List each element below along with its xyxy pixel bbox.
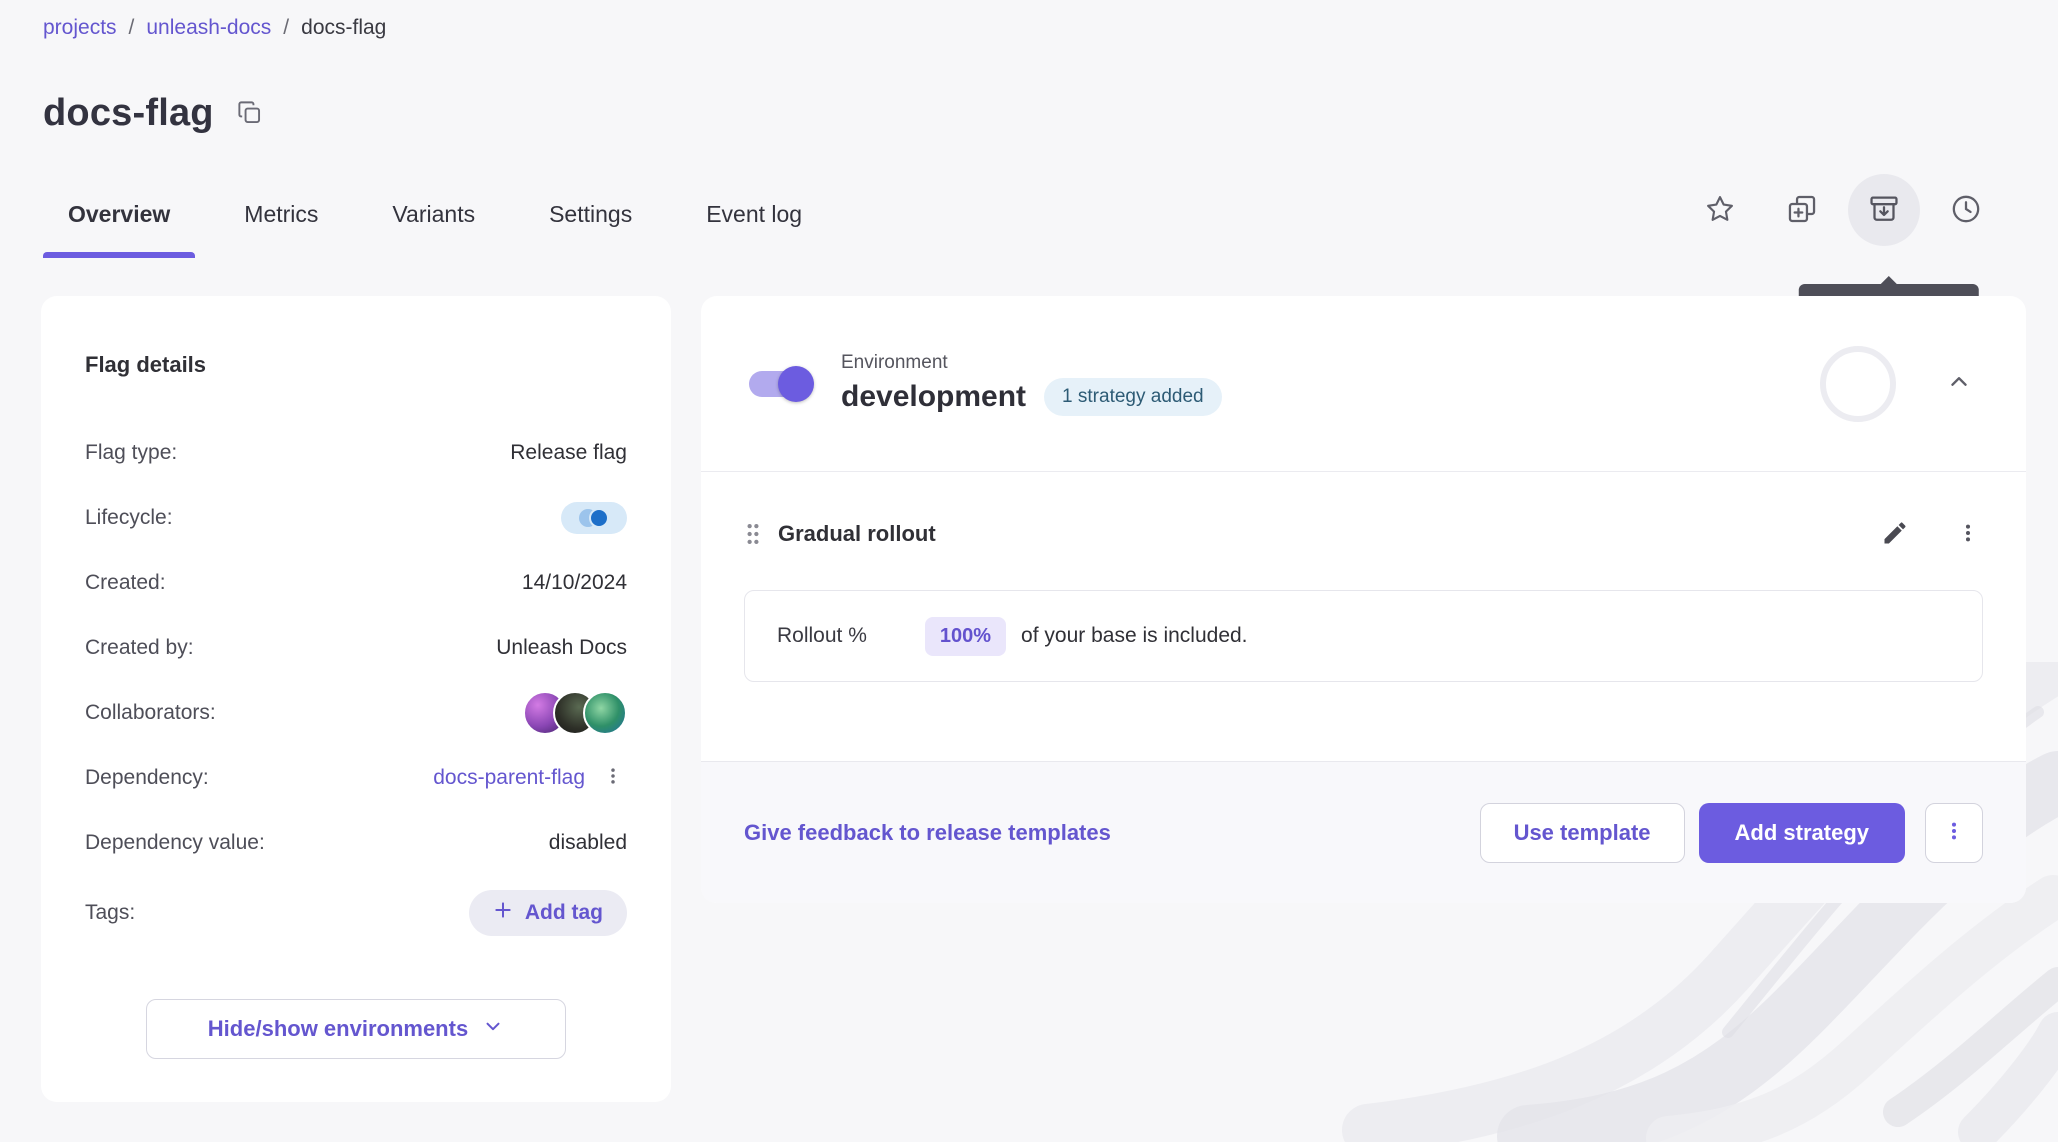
edit-strategy-button[interactable] (1877, 515, 1913, 554)
created-value: 14/10/2024 (522, 571, 627, 595)
strategy-count-badge: 1 strategy added (1044, 378, 1222, 416)
environment-label: Environment (841, 352, 1222, 374)
archive-flag-button[interactable] (1848, 174, 1920, 246)
created-by-label: Created by: (85, 636, 194, 660)
tab-overview[interactable]: Overview (43, 170, 195, 258)
environment-header: Environment development 1 strategy added (701, 296, 2026, 472)
environment-name: development (841, 380, 1026, 414)
collaborator-avatars (523, 691, 627, 735)
kebab-icon (603, 764, 623, 791)
dependency-link[interactable]: docs-parent-flag (433, 766, 585, 790)
avatar (583, 691, 627, 735)
collaborators-label: Collaborators: (85, 701, 216, 725)
strategy-section: Gradual rollout Rollout % 100% of your b… (701, 506, 2026, 682)
copy-name-button[interactable] (236, 99, 263, 129)
flag-type-row: Flag type: Release flag (85, 420, 627, 485)
rollout-description: of your base is included. (1021, 624, 1247, 648)
flag-details-title: Flag details (85, 352, 627, 378)
drag-handle[interactable] (744, 520, 762, 548)
chevron-up-icon (1946, 369, 1972, 398)
rollout-summary: Rollout % 100% of your base is included. (744, 590, 1983, 682)
dependency-label: Dependency: (85, 766, 209, 790)
metrics-ring (1820, 346, 1896, 422)
breadcrumb-current: docs-flag (301, 16, 386, 40)
favorite-button[interactable] (1684, 174, 1756, 246)
use-template-button[interactable]: Use template (1480, 803, 1685, 863)
tab-event-log[interactable]: Event log (681, 170, 827, 258)
environment-menu-button[interactable] (1925, 803, 1983, 863)
collaborators-row: Collaborators: (85, 680, 627, 745)
environment-toggle[interactable] (749, 370, 811, 398)
environment-footer: Give feedback to release templates Use t… (701, 761, 2026, 903)
lifecycle-label: Lifecycle: (85, 506, 173, 530)
copy-add-icon (1785, 192, 1819, 229)
tab-variants[interactable]: Variants (367, 170, 500, 258)
dependency-value-value: disabled (549, 831, 627, 855)
created-row: Created: 14/10/2024 (85, 550, 627, 615)
tab-settings[interactable]: Settings (524, 170, 657, 258)
breadcrumb-link-projects[interactable]: projects (43, 16, 117, 40)
created-label: Created: (85, 571, 166, 595)
lifecycle-row: Lifecycle: (85, 485, 627, 550)
flag-actions-toolbar (1684, 174, 2002, 246)
clone-flag-button[interactable] (1766, 174, 1838, 246)
history-button[interactable] (1930, 174, 2002, 246)
tags-row: Tags: Add tag (85, 875, 627, 951)
created-by-row: Created by: Unleash Docs (85, 615, 627, 680)
tags-label: Tags: (85, 901, 135, 925)
dependency-value-row: Dependency value: disabled (85, 810, 627, 875)
strategy-menu-button[interactable] (1953, 516, 1983, 553)
add-tag-label: Add tag (525, 901, 603, 925)
breadcrumb: projects / unleash-docs / docs-flag (43, 16, 386, 40)
flag-type-value: Release flag (510, 441, 627, 465)
tab-metrics[interactable]: Metrics (219, 170, 343, 258)
breadcrumb-separator: / (129, 16, 135, 40)
page-title: docs-flag (43, 92, 214, 135)
strategy-title: Gradual rollout (778, 521, 936, 547)
kebab-icon (1957, 520, 1979, 549)
copy-icon (236, 99, 263, 129)
add-tag-button[interactable]: Add tag (469, 890, 627, 936)
hide-show-environments-button[interactable]: Hide/show environments (146, 999, 566, 1059)
hide-show-environments-label: Hide/show environments (208, 1016, 468, 1042)
created-by-value: Unleash Docs (496, 636, 627, 660)
flag-details-card: Flag details Flag type: Release flag Lif… (41, 296, 671, 1102)
plus-icon (493, 900, 513, 926)
rollout-label: Rollout % (777, 624, 867, 648)
lifecycle-stage-icon (589, 508, 609, 528)
star-icon (1703, 192, 1737, 229)
release-templates-feedback-link[interactable]: Give feedback to release templates (744, 820, 1111, 846)
rollout-percentage-badge: 100% (925, 617, 1006, 656)
chevron-down-icon (482, 1015, 504, 1043)
dependency-value-label: Dependency value: (85, 831, 265, 855)
breadcrumb-separator: / (283, 16, 289, 40)
flag-type-label: Flag type: (85, 441, 177, 465)
archive-icon (1867, 192, 1901, 229)
dependency-row: Dependency: docs-parent-flag (85, 745, 627, 810)
dependency-menu-button[interactable] (599, 760, 627, 795)
add-strategy-button[interactable]: Add strategy (1699, 803, 1905, 863)
environment-card: Environment development 1 strategy added (701, 296, 2026, 903)
kebab-icon (1943, 818, 1965, 847)
history-icon (1949, 192, 1983, 229)
toggle-thumb (778, 366, 814, 402)
collapse-environment-button[interactable] (1940, 363, 1978, 404)
lifecycle-stage-badge[interactable] (561, 502, 627, 534)
breadcrumb-link-project[interactable]: unleash-docs (146, 16, 271, 40)
pencil-icon (1881, 519, 1909, 550)
